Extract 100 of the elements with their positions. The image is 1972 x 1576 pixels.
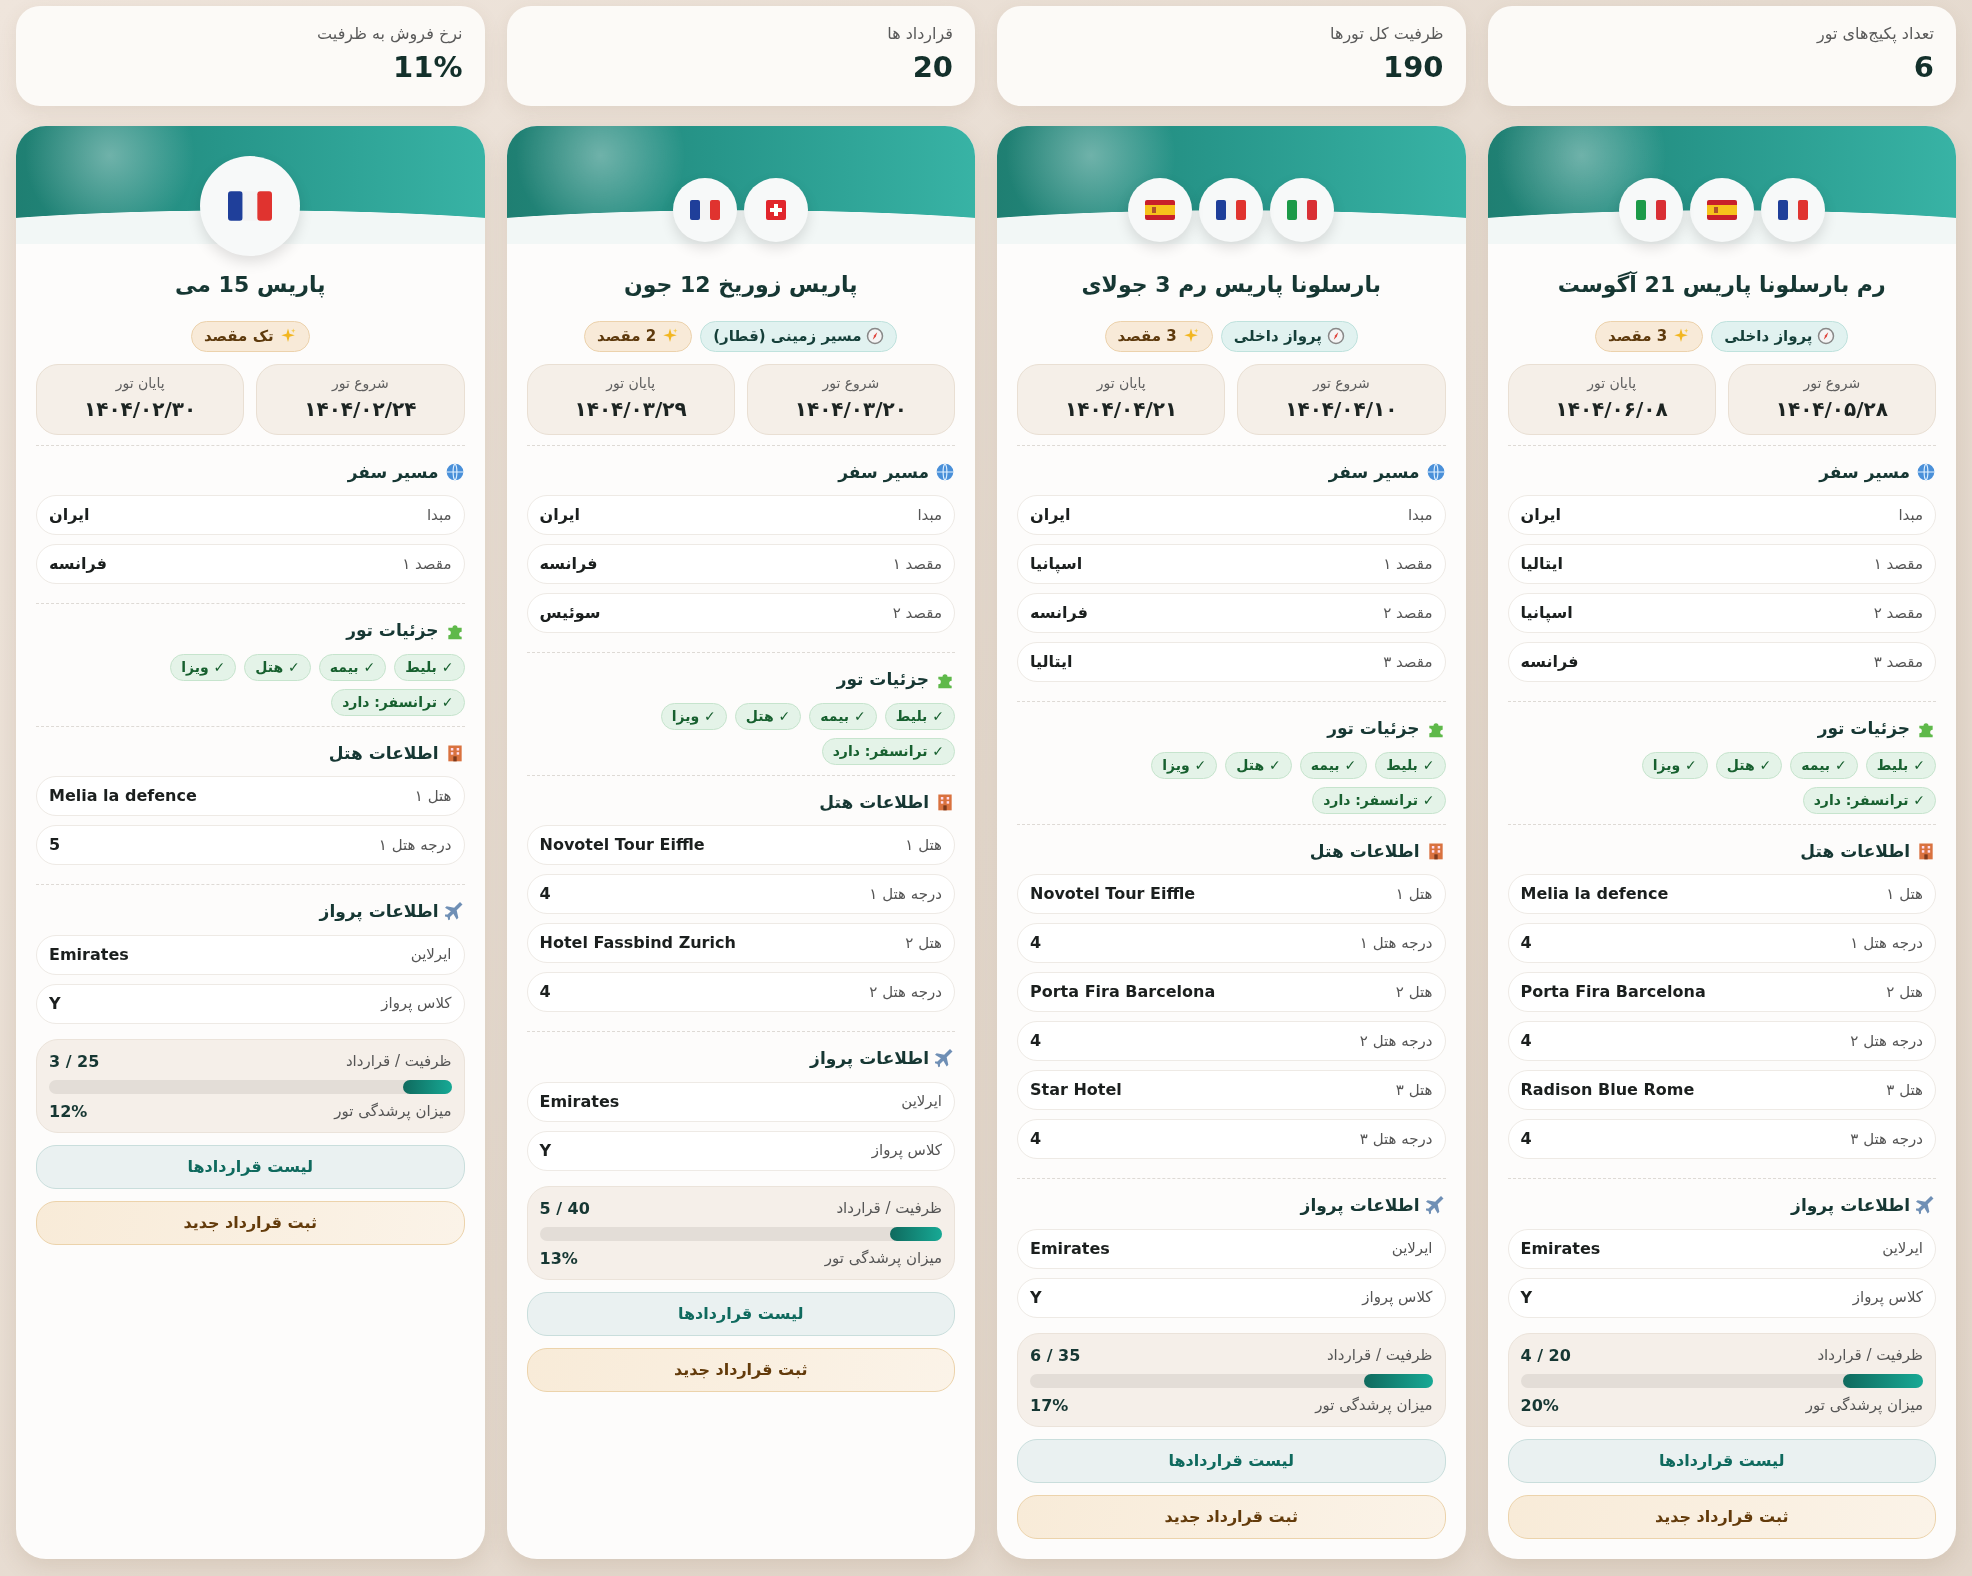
stat-value: 11% [392,50,463,85]
service-chip: ✓ بیمه [318,653,387,681]
row-label: هتل ۱ [905,834,942,856]
section-title: جزئیات تور [346,619,439,643]
section-title: مسیر سفر [1819,460,1910,485]
contracts-list-button[interactable]: لیست قراردادها [1507,1438,1936,1483]
row-label: هتل ۱ [1886,883,1923,905]
row-label: هتل ۳ [1886,1079,1923,1101]
row-label: درجه هتل ۱ [1359,932,1433,954]
stat-label: قرارداد ها [886,23,953,46]
row-value: Radison Blue Rome [1520,1079,1695,1101]
date-label: پایان تور [1095,373,1147,394]
new-contract-button[interactable]: ثبت قرارداد جدید [526,1347,955,1392]
row-label: مقصد ۲ [1383,602,1433,624]
flag-icon [228,190,273,222]
row-value: Emirates [49,943,129,966]
date-label: پایان تور [1585,373,1638,394]
capacity-value: 6 / 35 [1030,1344,1081,1367]
new-contract-button[interactable]: ثبت قرارداد جدید [1017,1494,1446,1539]
new-contract-button[interactable]: ثبت قرارداد جدید [1507,1494,1936,1539]
row-value: Emirates [539,1090,620,1113]
date-label: شروع تور [1802,373,1862,394]
row-label: کلاس پرواز [871,1140,942,1162]
row-value: 4 [1520,1128,1532,1150]
row-value: 4 [1030,932,1042,954]
service-chip: ✓ بلیط [1865,751,1936,779]
section-title: جزئیات تور [1817,717,1910,741]
service-chip: ✓ بلیط [1375,751,1446,779]
tag-label: مسیر زمینی (قطار) [713,326,862,347]
row-value: 5 [49,834,61,856]
section-title: اطلاعات هتل [819,790,929,814]
row-value: Star Hotel [1030,1079,1122,1101]
row-value: 4 [1520,1030,1532,1052]
section-title: اطلاعات هتل [1800,839,1910,863]
row-label: مقصد ۳ [1873,651,1923,673]
row-label: مقصد ۱ [892,553,942,575]
row-value: 4 [1030,1128,1042,1150]
row-label: مقصد ۳ [1383,651,1433,673]
date-value: ۱۴۰۴/۰۲/۲۴ [303,395,418,423]
service-chip: ✓ ترانسفر: دارد [821,737,955,765]
section-title: مسیر سفر [838,460,929,485]
service-chip: ✓ بیمه [1299,751,1368,779]
row-value: ایران [49,504,90,526]
service-chip: ✓ ویزا [1641,751,1708,779]
tag-label: پرواز داخلی [1724,326,1813,348]
stat-value: 190 [1381,50,1444,85]
fill-percent: 17% [1030,1394,1069,1417]
stat-label: ظرفیت کل تورها [1329,23,1444,46]
stat-label: تعداد پکیج‌های تور [1815,23,1934,46]
section-title: اطلاعات پرواز [810,1047,929,1071]
airplane-icon [1425,1195,1446,1216]
row-value: فرانسه [1030,602,1088,624]
row-label: کلاس پرواز [1852,1287,1923,1309]
globe-icon [1916,462,1936,483]
contracts-list-button[interactable]: لیست قراردادها [36,1144,465,1189]
row-label: درجه هتل ۳ [1359,1128,1433,1150]
fill-label: میزان پرشدگی تور [1315,1395,1433,1417]
date-value: ۱۴۰۴/۰۴/۱۰ [1284,395,1399,423]
row-label: کلاس پرواز [381,993,452,1015]
date-label: پایان تور [604,373,657,394]
row-label: درجه هتل ۲ [869,981,942,1003]
row-value: Melia la defence [1520,883,1669,905]
tag-label: تک مقصد [203,326,274,347]
date-label: پایان تور [114,373,166,394]
row-label: هتل ۲ [905,932,942,954]
row-label: مقصد ۱ [1383,553,1433,575]
row-value: Novotel Tour Eiffle [539,834,705,856]
service-chip: ✓ هتل [1715,751,1783,779]
row-value: Porta Fira Barcelona [1030,981,1216,1003]
row-label: مبدا [917,504,942,526]
globe-icon [1425,462,1446,483]
date-label: شروع تور [821,373,881,394]
capacity-value: 5 / 40 [539,1197,590,1220]
row-value: ایتالیا [1030,651,1073,673]
row-value: Y [1030,1286,1042,1309]
fill-percent: 13% [539,1247,578,1270]
row-label: درجه هتل ۲ [1359,1030,1433,1052]
row-label: هتل ۲ [1395,981,1433,1003]
service-chip: ✓ هتل [734,702,802,730]
fill-label: میزان پرشدگی تور [824,1248,942,1270]
contracts-list-button[interactable]: لیست قراردادها [1017,1438,1446,1483]
service-chip: ✓ ویزا [170,653,237,681]
flag-icon [1706,199,1737,221]
row-value: ایتالیا [1520,553,1564,575]
row-value: Emirates [1030,1237,1110,1260]
section-title: جزئیات تور [836,668,929,692]
airplane-icon [444,901,465,922]
new-contract-button[interactable]: ثبت قرارداد جدید [36,1200,465,1245]
contracts-list-button[interactable]: لیست قراردادها [526,1291,955,1336]
row-value: ایران [1030,504,1071,526]
row-label: مقصد ۲ [1873,602,1923,624]
row-value: Melia la defence [49,785,197,807]
row-value: Y [1520,1286,1533,1309]
tour-title: بارسلونا پاریس رم 3 جولای [1080,271,1383,300]
service-chip: ✓ هتل [1225,751,1292,779]
service-chip: ✓ ویزا [1151,751,1218,779]
globe-icon [935,462,955,483]
tag-label: پرواز داخلی [1233,326,1322,348]
compass-icon [866,327,885,346]
service-chip: ✓ ترانسفر: دارد [1312,786,1446,814]
